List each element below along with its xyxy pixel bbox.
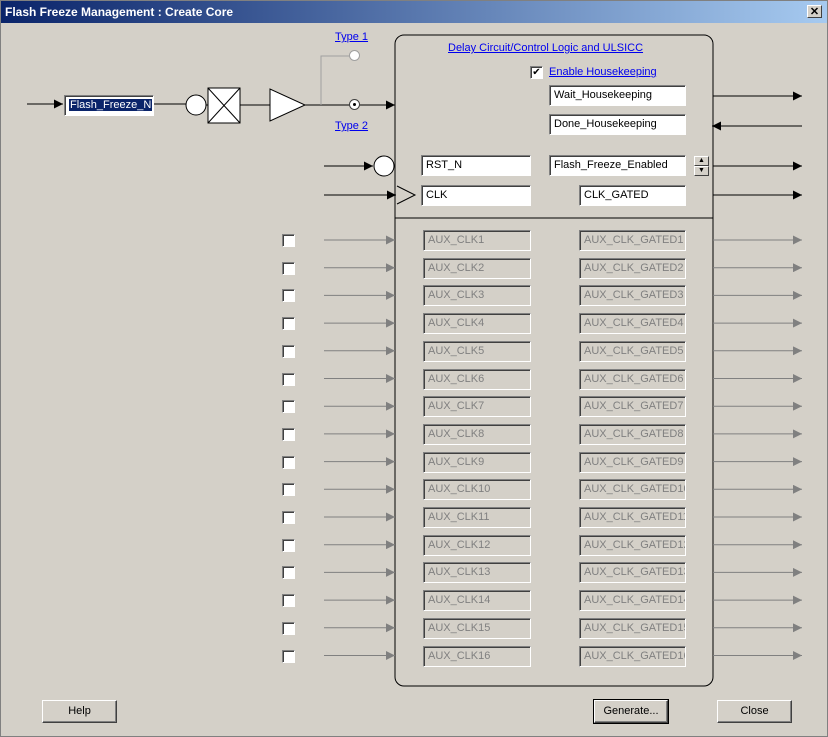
aux-clk-checkbox[interactable] — [282, 649, 295, 663]
aux-clk-field[interactable]: AUX_CLK3 — [423, 285, 531, 307]
aux-clk-gated-field[interactable]: AUX_CLK_GATED14 — [579, 590, 686, 612]
aux-clk-checkbox[interactable] — [282, 427, 295, 441]
buffer-triangle — [269, 88, 307, 122]
aux-clk-gated-field[interactable]: AUX_CLK_GATED10 — [579, 479, 686, 501]
aux-clk-field[interactable]: AUX_CLK10 — [423, 479, 531, 501]
aux-clk-checkbox[interactable] — [282, 234, 295, 247]
type1-radio[interactable] — [349, 50, 360, 61]
aux-clk-field[interactable]: AUX_CLK14 — [423, 590, 531, 612]
clk-gated-field[interactable]: CLK_GATED — [579, 185, 686, 206]
wait-housekeeping-field[interactable]: Wait_Housekeeping — [549, 85, 686, 106]
aux-clk-gated-field[interactable]: AUX_CLK_GATED1 — [579, 230, 686, 251]
aux-clk-field[interactable]: AUX_CLK16 — [423, 645, 531, 667]
generate-button[interactable]: Generate... — [593, 699, 669, 724]
aux-clk-gated-field[interactable]: AUX_CLK_GATED8 — [579, 423, 686, 445]
aux-clk-checkbox[interactable] — [282, 538, 295, 552]
aux-clk-field[interactable]: AUX_CLK8 — [423, 423, 531, 445]
aux-clk-field[interactable]: AUX_CLK1 — [423, 230, 531, 251]
enable-housekeeping-label[interactable]: Enable Housekeeping — [549, 66, 657, 78]
aux-clk-checkbox[interactable] — [282, 511, 295, 524]
aux-clk-gated-field[interactable]: AUX_CLK_GATED5 — [579, 340, 686, 362]
check-icon: ✔ — [532, 67, 541, 78]
aux-clk-field[interactable]: AUX_CLK2 — [423, 257, 531, 279]
aux-clk-gated-field[interactable]: AUX_CLK_GATED13 — [579, 562, 686, 584]
clk-field[interactable]: CLK — [421, 185, 531, 206]
aux-clk-checkbox[interactable] — [282, 372, 295, 386]
input-signal-text: Flash_Freeze_N — [67, 98, 153, 112]
clk-edge-symbol — [396, 185, 417, 205]
dialog-window: Flash Freeze Management : Create Core ✕ — [0, 0, 828, 737]
rst-field[interactable]: RST_N — [421, 155, 531, 176]
aux-clk-checkbox[interactable] — [282, 483, 295, 497]
aux-clk-field[interactable]: AUX_CLK9 — [423, 451, 531, 473]
aux-clk-checkbox[interactable] — [282, 621, 295, 635]
aux-clk-field[interactable]: AUX_CLK11 — [423, 507, 531, 528]
help-button[interactable]: Help — [42, 700, 117, 723]
aux-clk-checkbox[interactable] — [282, 289, 295, 303]
aux-clk-gated-field[interactable]: AUX_CLK_GATED12 — [579, 534, 686, 556]
spin-up-icon[interactable]: ▲ — [694, 156, 709, 166]
type2-radio[interactable] — [349, 99, 360, 110]
aux-clk-gated-field[interactable]: AUX_CLK_GATED15 — [579, 617, 686, 639]
core-title-link[interactable]: Delay Circuit/Control Logic and ULSICC — [448, 42, 643, 54]
aux-clk-gated-field[interactable]: AUX_CLK_GATED3 — [579, 285, 686, 307]
aux-clk-gated-field[interactable]: AUX_CLK_GATED6 — [579, 368, 686, 390]
aux-clk-gated-field[interactable]: AUX_CLK_GATED11 — [579, 507, 686, 528]
type2-link[interactable]: Type 2 — [335, 120, 368, 132]
close-button[interactable]: Close — [717, 700, 792, 723]
inverter-bubble — [185, 94, 207, 116]
aux-clk-checkbox[interactable] — [282, 400, 295, 414]
aux-clk-gated-field[interactable]: AUX_CLK_GATED16 — [579, 645, 686, 667]
aux-clk-field[interactable]: AUX_CLK15 — [423, 617, 531, 639]
type1-branch-wire — [320, 55, 349, 105]
aux-clk-checkbox[interactable] — [282, 317, 295, 331]
aux-clk-field[interactable]: AUX_CLK4 — [423, 313, 531, 335]
aux-clk-gated-field[interactable]: AUX_CLK_GATED9 — [579, 451, 686, 473]
aux-wires-group — [324, 235, 802, 660]
input-signal-field[interactable]: Flash_Freeze_N — [64, 95, 154, 116]
aux-clk-checkbox[interactable] — [282, 566, 295, 580]
rst-bubble — [373, 155, 395, 177]
aux-clk-field[interactable]: AUX_CLK7 — [423, 396, 531, 418]
aux-clk-gated-field[interactable]: AUX_CLK_GATED7 — [579, 396, 686, 418]
enable-housekeeping-checkbox[interactable]: ✔ — [530, 66, 543, 79]
aux-clk-field[interactable]: AUX_CLK6 — [423, 368, 531, 390]
aux-clk-gated-field[interactable]: AUX_CLK_GATED2 — [579, 257, 686, 279]
ff-enabled-field[interactable]: Flash_Freeze_Enabled — [549, 155, 686, 176]
aux-clk-gated-field[interactable]: AUX_CLK_GATED4 — [579, 313, 686, 335]
aux-clk-field[interactable]: AUX_CLK13 — [423, 562, 531, 584]
aux-clk-field[interactable]: AUX_CLK12 — [423, 534, 531, 556]
aux-clk-checkbox[interactable] — [282, 344, 295, 358]
type2-radio-dot — [353, 103, 356, 106]
type1-link[interactable]: Type 1 — [335, 31, 368, 43]
done-housekeeping-field[interactable]: Done_Housekeeping — [549, 114, 686, 135]
aux-clk-field[interactable]: AUX_CLK5 — [423, 340, 531, 362]
spin-down-icon[interactable]: ▼ — [694, 166, 709, 176]
aux-clk-checkbox[interactable] — [282, 455, 295, 469]
aux-clk-checkbox[interactable] — [282, 594, 295, 608]
aux-clk-checkbox[interactable] — [282, 261, 295, 275]
